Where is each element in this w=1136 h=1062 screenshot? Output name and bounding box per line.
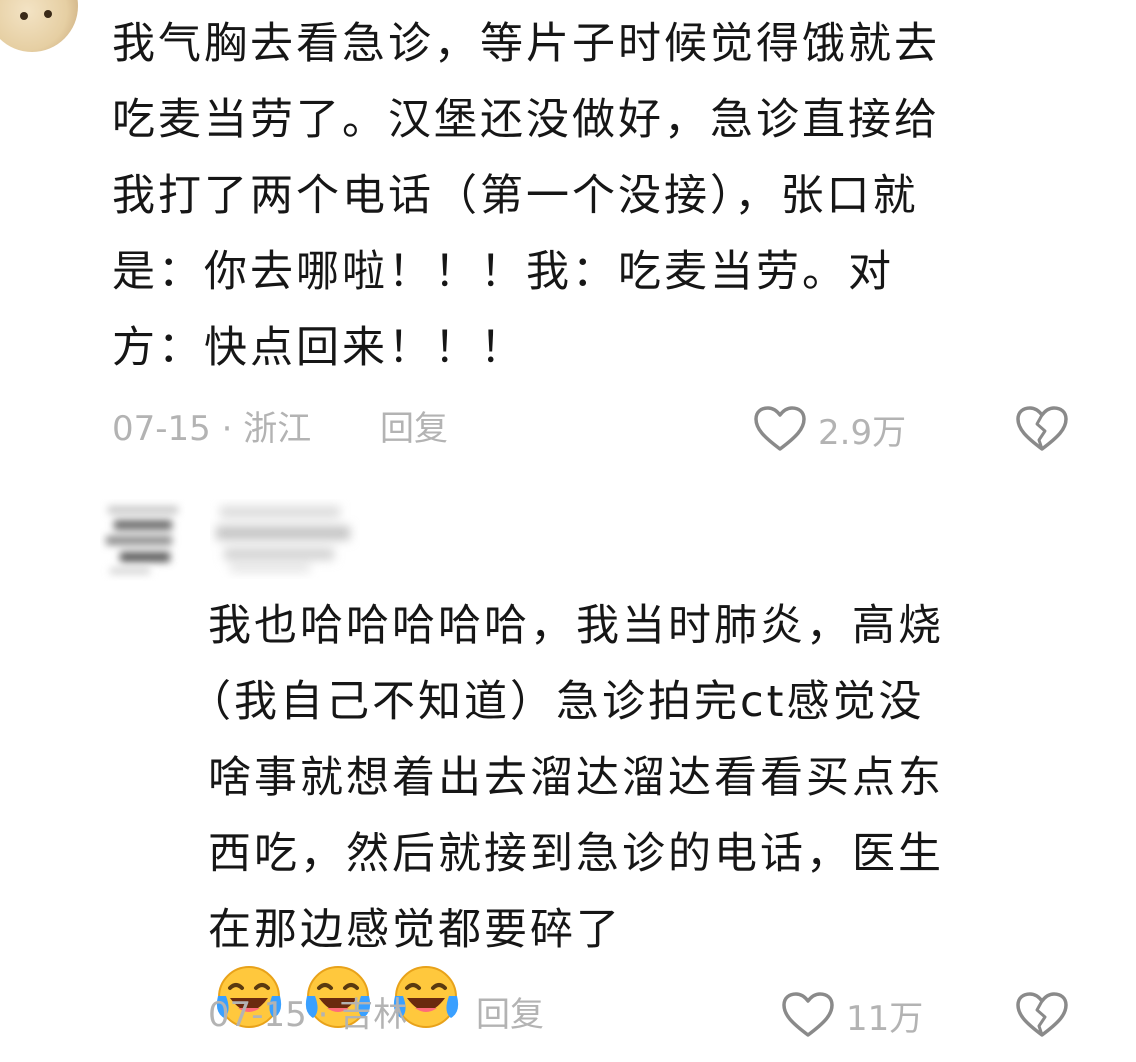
comment-line: 我也哈哈哈哈哈，我当时肺炎，高烧 bbox=[208, 601, 944, 651]
comment-line: 西吃，然后就接到急诊的电话，医生 bbox=[208, 829, 944, 879]
comment-meta: 07-15 · 吉林 回复 bbox=[208, 990, 544, 1040]
avatar[interactable] bbox=[100, 490, 196, 590]
like-count: 2.9万 bbox=[818, 412, 907, 453]
like-button[interactable]: 2.9万 bbox=[752, 404, 906, 454]
reply-button[interactable]: 回复 bbox=[380, 404, 448, 454]
comment-line: 方：快点回来！！！ bbox=[112, 323, 526, 373]
username-redacted[interactable] bbox=[210, 496, 360, 586]
like-count: 11万 bbox=[846, 998, 924, 1039]
comment-text: 我气胸去看急诊，等片子时候觉得饿就去 吃麦当劳了。汉堡还没做好，急诊直接给 我打… bbox=[112, 6, 940, 386]
comment-line: 在那边感觉都要碎了 bbox=[208, 905, 622, 955]
reply-button[interactable]: 回复 bbox=[476, 990, 544, 1040]
like-button[interactable]: 11万 bbox=[780, 990, 923, 1040]
dislike-button[interactable] bbox=[1014, 404, 1070, 458]
comment-line: 我打了两个电话（第一个没接），张口就 bbox=[112, 171, 919, 221]
comment-date-location: 07-15 · 浙江 bbox=[112, 409, 312, 449]
comment-date-location: 07-15 · 吉林 bbox=[208, 995, 408, 1035]
broken-heart-icon bbox=[1016, 992, 1068, 1037]
dislike-button[interactable] bbox=[1014, 990, 1070, 1044]
broken-heart-icon bbox=[1016, 406, 1068, 451]
comment-line: （我自己不知道）急诊拍完ct感觉没 bbox=[188, 677, 925, 727]
avatar[interactable] bbox=[0, 0, 78, 52]
heart-outline-icon bbox=[754, 406, 806, 451]
comment-line: 吃麦当劳了。汉堡还没做好，急诊直接给 bbox=[112, 95, 940, 145]
comment-meta: 07-15 · 浙江 回复 bbox=[112, 404, 448, 454]
heart-outline-icon bbox=[782, 992, 834, 1037]
comment-line: 我气胸去看急诊，等片子时候觉得饿就去 bbox=[112, 19, 940, 69]
comment-line: 是：你去哪啦！！！我：吃麦当劳。对 bbox=[112, 247, 894, 297]
comment-line: 啥事就想着出去溜达溜达看看买点东 bbox=[208, 753, 944, 803]
